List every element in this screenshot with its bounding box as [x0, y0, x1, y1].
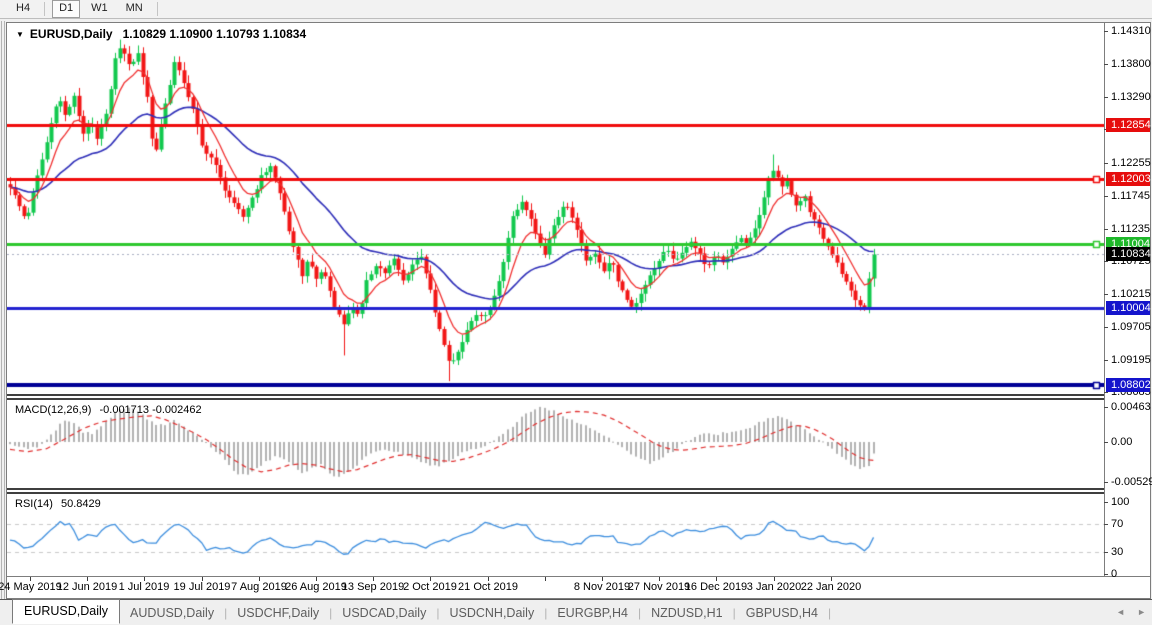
ohlc-values: 1.10829 1.10900 1.10793 1.10834 — [123, 27, 307, 41]
timeframe-button-d1[interactable]: D1 — [52, 0, 80, 18]
rsi-label: RSI(14) 50.8429 — [15, 498, 101, 510]
price-badge-1.12003: 1.12003 — [1106, 172, 1150, 186]
symbol-period-label: EURUSD,Daily — [30, 27, 113, 41]
tab-scroll-arrows: ◄► — [1104, 607, 1146, 617]
chart-tab-bar: EURUSD,DailyAUDUSD,Daily|USDCHF,Daily|US… — [0, 599, 1152, 625]
macd-name: MACD(12,26,9) — [15, 404, 91, 416]
price-badge-1.10004: 1.10004 — [1106, 301, 1150, 315]
tab-usdchf-daily[interactable]: USDCHF,Daily — [227, 606, 329, 620]
price-tick-label: 1.13290 — [1111, 91, 1151, 103]
price-tick-label: 1.12780 — [1111, 123, 1151, 135]
price-badge-1.10834: 1.10834 — [1106, 247, 1150, 261]
chart-window: ▼ EURUSD,Daily 1.10829 1.10900 1.10793 1… — [6, 22, 1151, 599]
date-label: 21 Oct 2019 — [446, 581, 530, 593]
rsi-axis-label: 100 — [1111, 496, 1129, 508]
toolbar-separator — [157, 2, 158, 16]
timeframe-button-w1[interactable]: W1 — [84, 0, 115, 18]
tab-separator: | — [828, 606, 831, 620]
timeframe-button-mn[interactable]: MN — [119, 0, 150, 18]
price-badge-1.12854: 1.12854 — [1106, 118, 1150, 132]
rsi-canvas[interactable] — [7, 494, 1104, 576]
tab-audusd-daily[interactable]: AUDUSD,Daily — [120, 606, 224, 620]
price-badge-1.11004: 1.11004 — [1106, 237, 1150, 251]
timeframe-button-h4[interactable]: H4 — [9, 0, 37, 18]
rsi-axis-label: 30 — [1111, 546, 1123, 558]
chart-title: ▼ EURUSD,Daily 1.10829 1.10900 1.10793 1… — [16, 27, 306, 41]
tab-nzdusd-h1[interactable]: NZDUSD,H1 — [641, 606, 733, 620]
price-tick-label: 1.14310 — [1111, 25, 1151, 37]
macd-values: -0.001713 -0.002462 — [99, 404, 201, 416]
window-left-edge — [1, 21, 5, 625]
scroll-left-icon[interactable]: ◄ — [1116, 607, 1125, 617]
price-axis-line — [1104, 23, 1105, 577]
price-badge-1.08802: 1.08802 — [1106, 378, 1150, 392]
date-label: 22 Jan 2020 — [789, 581, 873, 593]
price-tick-label: 1.11745 — [1111, 190, 1150, 202]
price-tick-label: 1.09705 — [1111, 321, 1151, 333]
price-tick-label: 1.10725 — [1111, 255, 1151, 267]
macd-axis-label: -0.005299 — [1111, 476, 1152, 488]
main-chart-canvas[interactable] — [7, 23, 1104, 394]
mt4-terminal: H4 D1W1MN ▼ EURUSD,Daily 1.10829 1.10900 … — [0, 0, 1152, 625]
price-tick-label: 1.13800 — [1111, 58, 1151, 70]
tab-usdcnh-daily[interactable]: USDCNH,Daily — [439, 606, 544, 620]
date-tick — [545, 577, 546, 581]
price-tick-label: 1.12255 — [1111, 157, 1151, 169]
rsi-name: RSI(14) — [15, 498, 53, 510]
tab-usdcad-daily[interactable]: USDCAD,Daily — [332, 606, 436, 620]
chevron-down-icon[interactable]: ▼ — [16, 30, 24, 39]
price-tick-label: 1.11235 — [1111, 223, 1150, 235]
macd-axis-label: 0.00463 — [1111, 401, 1151, 413]
tab-eurgbp-h4[interactable]: EURGBP,H4 — [547, 606, 638, 620]
tab-eurusd-daily[interactable]: EURUSD,Daily — [12, 599, 120, 624]
macd-label: MACD(12,26,9) -0.001713 -0.002462 — [15, 404, 202, 416]
scroll-right-icon[interactable]: ► — [1137, 607, 1146, 617]
rsi-axis-label: 70 — [1111, 518, 1123, 530]
price-tick-label: 1.09195 — [1111, 354, 1151, 366]
rsi-value: 50.8429 — [61, 498, 101, 510]
macd-axis-label: 0.00 — [1111, 436, 1132, 448]
toolbar-separator — [44, 2, 45, 16]
rsi-axis-label: 0 — [1111, 568, 1117, 580]
price-tick-label: 1.08685 — [1111, 386, 1151, 398]
price-tick-label: 1.10215 — [1111, 288, 1151, 300]
timeframe-toolbar: H4 D1W1MN — [0, 0, 1152, 19]
tab-gbpusd-h4[interactable]: GBPUSD,H4 — [736, 606, 828, 620]
date-axis: 24 May 201912 Jun 20191 Jul 201919 Jul 2… — [7, 577, 1104, 597]
